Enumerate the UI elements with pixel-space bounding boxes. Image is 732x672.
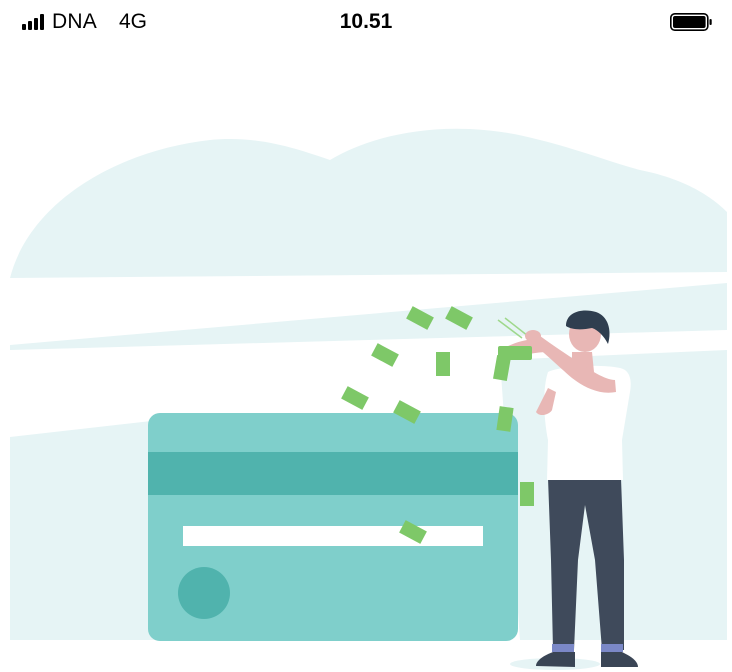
- credit-card: [148, 413, 518, 641]
- money-bill-5: [341, 386, 369, 410]
- money-bill-4: [436, 352, 450, 376]
- money-bill-8: [520, 482, 534, 506]
- payment-illustration: [10, 128, 727, 670]
- money-bill-3: [371, 343, 399, 367]
- money-stack: [498, 346, 532, 360]
